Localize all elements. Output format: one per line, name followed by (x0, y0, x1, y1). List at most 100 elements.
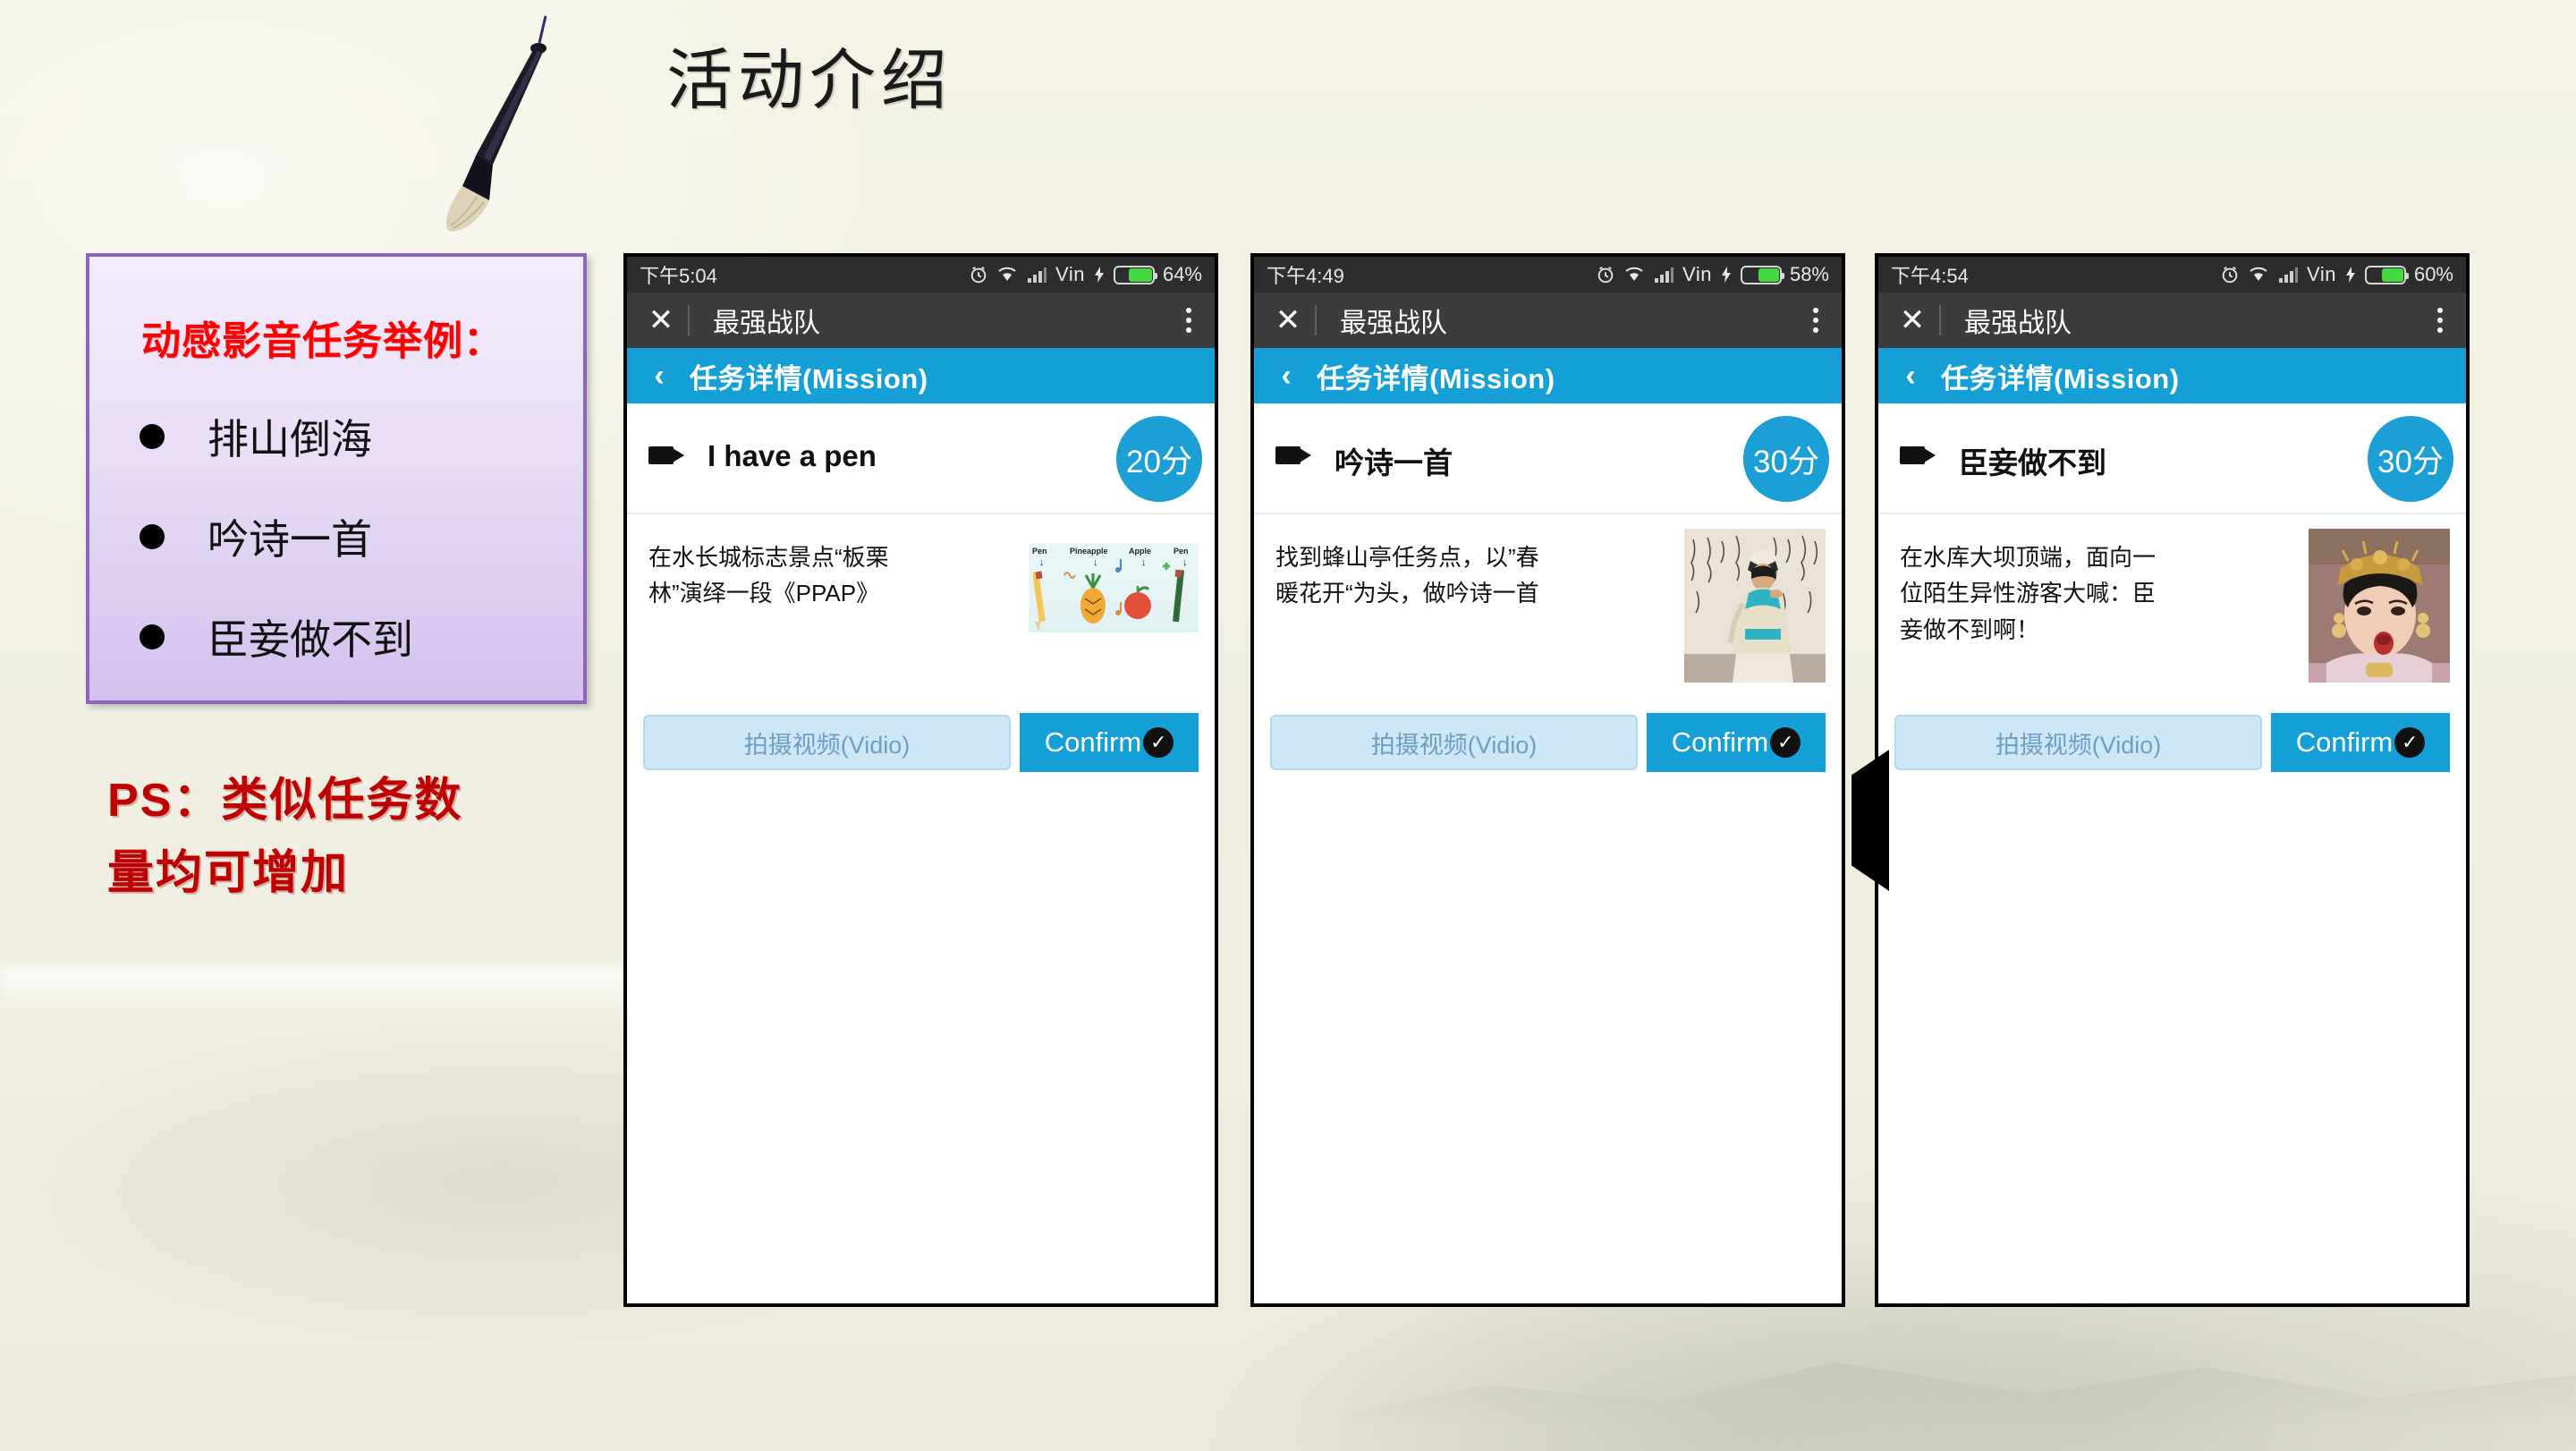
record-video-label: 拍摄视频(Vidio) (1370, 731, 1538, 759)
task-image-empress-meme (2309, 529, 2450, 683)
confirm-button[interactable]: Confirm ✓ (2271, 713, 2450, 772)
task-body: 找到蜂山亭任务点，以”春暖花开“为头，做吟诗一首 (1254, 514, 1842, 729)
task-body: 在水长城标志景点“板栗林”演绎一段《PPAP》 Pen ↓ Pineapple … (627, 514, 1215, 729)
chevron-left-icon[interactable]: ‹ (1270, 359, 1302, 394)
task-header: I have a pen 20分 (627, 403, 1215, 514)
lightning-bolt-icon (1721, 267, 1731, 283)
task-score-badge: 30分 (1743, 416, 1829, 502)
record-video-button[interactable]: 拍摄视频(Vidio) (1270, 715, 1638, 770)
wifi-icon (2250, 267, 2267, 281)
close-icon[interactable]: ✕ (1270, 305, 1306, 335)
callout-item-label: 吟诗一首 (208, 515, 372, 564)
ps-note-line-2: 量均可增加 (107, 846, 350, 899)
callout-list-item: 排山倒海 (89, 407, 583, 466)
app-title: 最强战队 (1340, 309, 1447, 338)
callout-item-label: 臣妾做不到 (208, 615, 413, 664)
task-header: 吟诗一首 30分 (1254, 403, 1842, 514)
confirm-label: Confirm (1671, 726, 1769, 758)
phone-screenshot-1: 下午5:04 Vin 64% ✕ 最强战队 ‹ 任务详情(Mission) I … (623, 253, 1218, 1307)
battery-percent-label: 64% (1162, 263, 1202, 285)
divider (688, 305, 690, 335)
nav-bar: ‹ 任务详情(Mission) (1878, 348, 2466, 403)
battery-icon (1113, 265, 1157, 284)
chevron-left-icon[interactable]: ‹ (1894, 359, 1927, 394)
overflow-menu-icon[interactable] (1813, 308, 1826, 333)
status-time: 下午4:54 (1891, 265, 1969, 287)
page-title: 活动介绍 (666, 42, 953, 119)
calligraphy-brush-illustration (445, 15, 547, 232)
confirm-button[interactable]: Confirm ✓ (1020, 713, 1199, 772)
callout-item-label: 排山倒海 (208, 415, 372, 463)
task-title: 吟诗一首 (1335, 446, 1453, 479)
lightning-bolt-icon (2345, 267, 2355, 283)
task-score-badge: 20分 (1116, 416, 1202, 502)
alarm-clock-icon (2222, 266, 2238, 284)
nav-title: 任务详情(Mission) (1317, 362, 1555, 395)
app-bar: ✕ 最强战队 (1254, 293, 1842, 348)
action-button-row: 拍摄视频(Vidio) Confirm ✓ (627, 713, 1215, 772)
video-camera-icon (648, 446, 684, 464)
app-bar: ✕ 最强战队 (627, 293, 1215, 348)
carrier-label: Vin (1055, 263, 1085, 285)
callout-list-item: 臣妾做不到 (89, 607, 583, 666)
battery-percent-label: 58% (1789, 263, 1829, 285)
task-description: 在水长城标志景点“板栗林”演绎一段《PPAP》 (648, 544, 889, 607)
app-bar: ✕ 最强战队 (1878, 293, 2466, 348)
wifi-icon (1625, 267, 1643, 281)
background-mist (0, 966, 680, 1020)
task-header: 臣妾做不到 30分 (1878, 403, 2466, 514)
lightning-bolt-icon (1094, 267, 1104, 283)
video-camera-icon (1275, 446, 1311, 464)
cell-signal-icon (2279, 267, 2299, 283)
record-video-button[interactable]: 拍摄视频(Vidio) (643, 715, 1011, 770)
task-image-scholar (1684, 529, 1826, 683)
confirm-label: Confirm (2295, 726, 2394, 758)
record-video-label: 拍摄视频(Vidio) (743, 731, 911, 759)
status-bar: 下午4:54 Vin 60% (1878, 257, 2466, 293)
task-examples-callout: 动感影音任务举例： 排山倒海 吟诗一首 臣妾做不到 (86, 253, 587, 704)
status-time: 下午4:49 (1267, 265, 1344, 287)
callout-list-item: 吟诗一首 (89, 507, 583, 566)
overflow-menu-icon[interactable] (2437, 308, 2450, 333)
close-icon[interactable]: ✕ (643, 305, 679, 335)
overflow-menu-icon[interactable] (1186, 308, 1199, 333)
confirm-button[interactable]: Confirm ✓ (1647, 713, 1826, 772)
nav-title: 任务详情(Mission) (690, 362, 928, 395)
ps-note: PS：类似任务数 量均可增加 (107, 765, 644, 909)
nav-title: 任务详情(Mission) (1941, 362, 2180, 395)
record-video-label: 拍摄视频(Vidio) (1995, 731, 2162, 759)
app-title: 最强战队 (713, 309, 820, 338)
wifi-icon (998, 267, 1016, 281)
close-icon[interactable]: ✕ (1894, 305, 1930, 335)
task-title: 臣妾做不到 (1959, 446, 2106, 479)
bullet-icon (140, 424, 165, 449)
battery-icon (2364, 265, 2409, 284)
status-bar: 下午5:04 Vin 64% (627, 257, 1215, 293)
bullet-icon (140, 624, 165, 649)
app-title: 最强战队 (1964, 309, 2072, 338)
alarm-clock-icon (970, 266, 987, 284)
check-circle-icon: ✓ (1143, 727, 1174, 758)
cell-signal-icon (1028, 267, 1047, 283)
status-time: 下午5:04 (640, 265, 717, 287)
battery-icon (1740, 265, 1784, 284)
battery-percent-label: 60% (2413, 263, 2453, 285)
alarm-clock-icon (1597, 266, 1614, 284)
confirm-label: Confirm (1044, 726, 1142, 758)
nav-bar: ‹ 任务详情(Mission) (627, 348, 1215, 403)
record-video-button[interactable]: 拍摄视频(Vidio) (1894, 715, 2262, 770)
phone-screenshot-2: 下午4:49 Vin 58% ✕ 最强战队 ‹ 任务详情(Mission) 吟诗… (1250, 253, 1845, 1307)
action-button-row: 拍摄视频(Vidio) Confirm ✓ (1878, 713, 2466, 772)
action-button-row: 拍摄视频(Vidio) Confirm ✓ (1254, 713, 1842, 772)
task-title: I have a pen (708, 439, 877, 472)
divider (1939, 305, 1941, 335)
callout-heading: 动感影音任务举例： (141, 319, 504, 363)
status-bar: 下午4:49 Vin 58% (1254, 257, 1842, 293)
task-body: 在水库大坝顶端，面向一位陌生异性游客大喊：臣妾做不到啊！ (1878, 514, 2466, 729)
carrier-label: Vin (1682, 263, 1712, 285)
chevron-left-icon[interactable]: ‹ (643, 359, 675, 394)
divider (1315, 305, 1317, 335)
check-circle-icon: ✓ (1770, 727, 1801, 758)
task-score-badge: 30分 (2368, 416, 2453, 502)
task-description: 在水库大坝顶端，面向一位陌生异性游客大喊：臣妾做不到啊！ (1900, 544, 2157, 643)
